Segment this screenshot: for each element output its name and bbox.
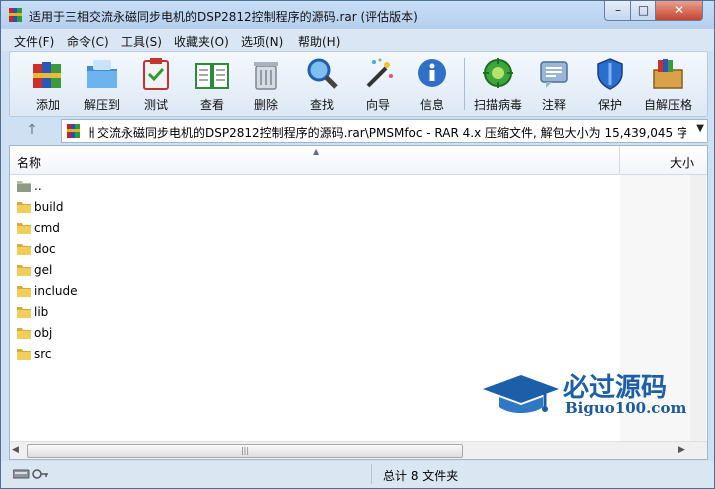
list-item-folder[interactable]: src xyxy=(16,344,616,364)
info-label: 信息 xyxy=(419,98,444,112)
list-item-folder[interactable]: obj xyxy=(16,323,616,343)
test-button[interactable]: 测试 xyxy=(128,54,184,114)
menu-file[interactable]: 文件(F) xyxy=(14,33,54,50)
scroll-thumb[interactable]: ||| xyxy=(27,444,463,458)
item-name: include xyxy=(34,284,78,298)
menu-options[interactable]: 选项(N) xyxy=(241,33,283,50)
address-row: ↑ ㅐ交流永磁同步电机的DSP2812控制程序的源码.rar\PMSMfoc -… xyxy=(9,117,708,143)
list-header: 名称 ▲ 大小 xyxy=(10,146,707,175)
status-bar: 总计 8 文件夹 xyxy=(1,461,714,488)
virus-scan-icon xyxy=(483,58,513,88)
view-book-icon xyxy=(195,63,229,89)
menu-commands[interactable]: 命令(C) xyxy=(67,33,109,50)
extract-folder-icon xyxy=(87,60,117,88)
winrar-window: 适用于三相交流永磁同步电机的DSP2812控制程序的源码.rar (评估版本) … xyxy=(0,0,715,489)
folder-icon xyxy=(17,328,31,339)
address-bar[interactable]: ㅐ交流永磁同步电机的DSP2812控制程序的源码.rar\PMSMfoc - R… xyxy=(61,119,708,143)
horizontal-scrollbar[interactable]: ◀ ||| ▶ xyxy=(10,441,707,459)
list-item-folder[interactable]: lib xyxy=(16,302,616,322)
comment-button[interactable]: 注释 xyxy=(526,54,582,114)
scroll-left-icon[interactable]: ◀ xyxy=(12,445,19,455)
folder-icon xyxy=(17,223,31,234)
watermark: 必过源码 Biguo100.com xyxy=(481,367,691,419)
comment-icon xyxy=(540,61,568,88)
status-text: 总计 8 文件夹 xyxy=(383,469,459,483)
archive-icon xyxy=(67,124,80,138)
up-folder-button[interactable]: ↑ xyxy=(13,119,51,141)
item-name: build xyxy=(34,200,64,214)
list-item-folder[interactable]: build xyxy=(16,197,616,217)
item-name: src xyxy=(34,347,52,361)
window-title: 适用于三相交流永磁同步电机的DSP2812控制程序的源码.rar (评估版本) xyxy=(29,10,418,24)
info-icon xyxy=(418,59,446,87)
wizard-wand-icon xyxy=(366,58,393,88)
folder-icon xyxy=(17,265,31,276)
find-button[interactable]: 查找 xyxy=(294,54,350,114)
parent-folder-icon xyxy=(17,181,31,192)
menu-help[interactable]: 帮助(H) xyxy=(298,33,340,50)
list-item-folder[interactable]: doc xyxy=(16,239,616,259)
column-size-header[interactable]: 大小 xyxy=(670,154,694,171)
column-divider[interactable] xyxy=(619,146,620,174)
sfx-label: 自解压格 xyxy=(643,98,692,112)
address-path: ㅐ交流永磁同步电机的DSP2812控制程序的源码.rar\PMSMfoc - R… xyxy=(86,126,686,140)
item-name: doc xyxy=(34,242,56,256)
close-button[interactable]: ✕ xyxy=(655,1,703,21)
status-separator xyxy=(371,464,372,484)
list-item-parent[interactable]: .. xyxy=(16,176,616,196)
delete-button[interactable]: 删除 xyxy=(238,54,294,114)
folder-icon xyxy=(17,349,31,360)
item-name: .. xyxy=(34,179,42,193)
scan-virus-button[interactable]: 扫描病毒 xyxy=(470,54,526,114)
protect-button[interactable]: 保护 xyxy=(582,54,638,114)
menu-bar: 文件(F) 命令(C) 工具(S) 收藏夹(O) 选项(N) 帮助(H) xyxy=(1,29,714,51)
sfx-button[interactable]: 自解压格 xyxy=(640,54,696,114)
watermark-url: Biguo100.com xyxy=(565,399,687,417)
shield-icon xyxy=(597,58,623,90)
test-clipboard-icon xyxy=(143,58,169,90)
folder-icon xyxy=(17,244,31,255)
list-item-folder[interactable]: gel xyxy=(16,260,616,280)
item-name: obj xyxy=(34,326,53,340)
maximize-button[interactable]: □ xyxy=(630,1,657,21)
sort-ascending-icon: ▲ xyxy=(313,147,320,156)
list-item-folder[interactable]: cmd xyxy=(16,218,616,238)
folder-icon xyxy=(17,307,31,318)
drive-key-icon[interactable] xyxy=(13,467,49,481)
list-item-folder[interactable]: include xyxy=(16,281,616,301)
item-name: cmd xyxy=(34,221,60,235)
magnifier-icon xyxy=(307,58,338,89)
folder-icon xyxy=(17,202,31,213)
trash-icon xyxy=(254,62,278,90)
info-button[interactable]: 信息 xyxy=(404,54,460,114)
item-name: gel xyxy=(34,263,53,277)
title-bar[interactable]: 适用于三相交流永磁同步电机的DSP2812控制程序的源码.rar (评估版本) … xyxy=(1,1,714,29)
menu-favorites[interactable]: 收藏夹(O) xyxy=(174,33,229,50)
toolbar: 添加 解压到 测试 查看 删除 查找 向导 信息 扫描病毒 注释 保护 自解压格 xyxy=(9,51,708,117)
menu-tools[interactable]: 工具(S) xyxy=(121,33,162,50)
add-books-icon xyxy=(33,62,61,88)
folder-icon xyxy=(17,286,31,297)
scroll-right-icon[interactable]: ▶ xyxy=(678,445,685,455)
dropdown-arrow-icon[interactable]: ▼ xyxy=(696,123,704,134)
graduation-cap-icon xyxy=(483,375,559,413)
item-name: lib xyxy=(34,305,49,319)
column-name-header[interactable]: 名称 xyxy=(17,154,41,171)
minimize-button[interactable]: – xyxy=(604,1,632,21)
sfx-box-icon xyxy=(653,59,683,89)
winrar-app-icon xyxy=(9,8,22,22)
vertical-scrollbar[interactable] xyxy=(690,175,706,441)
